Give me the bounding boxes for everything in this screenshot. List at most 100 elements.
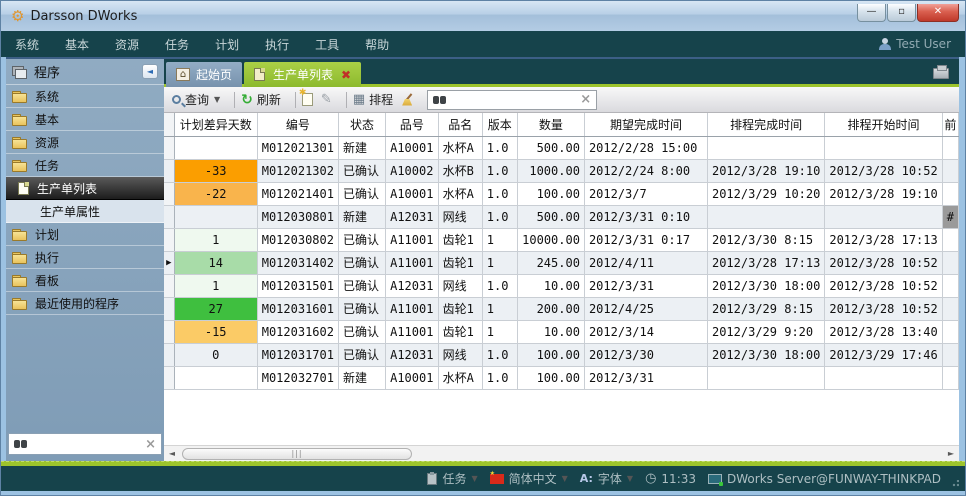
cell-ver[interactable]: 1	[482, 297, 517, 320]
cell-no[interactable]: M012032701	[257, 366, 338, 389]
cell-sched_end[interactable]: 2012/3/29 9:20	[707, 320, 824, 343]
cell-no[interactable]: M012031402	[257, 251, 338, 274]
table-row[interactable]: 1M012031501已确认A12031网线1.010.002012/3/312…	[164, 274, 959, 297]
cell-sched_start[interactable]	[825, 205, 942, 228]
cell-ver[interactable]: 1	[482, 228, 517, 251]
cell-qty[interactable]: 10.00	[517, 274, 584, 297]
cell-sched_end[interactable]: 2012/3/28 17:13	[707, 251, 824, 274]
sidebar-item-9[interactable]: 最近使用的程序	[6, 292, 164, 315]
cell-extra[interactable]	[942, 136, 958, 159]
cell-no[interactable]: M012031701	[257, 343, 338, 366]
column-header-extra[interactable]: 前	[942, 113, 958, 136]
scroll-right-icon[interactable]: ►	[943, 446, 959, 462]
cell-extra[interactable]	[942, 366, 958, 389]
cell-sched_start[interactable]	[825, 366, 942, 389]
tab-home[interactable]: ⌂ 起始页	[166, 62, 242, 87]
cell-qty[interactable]: 1000.00	[517, 159, 584, 182]
cell-ver[interactable]: 1.0	[482, 274, 517, 297]
sidebar-item-1[interactable]: 基本	[6, 108, 164, 131]
sidebar-item-2[interactable]: 资源	[6, 131, 164, 154]
font-dropdown-icon[interactable]: ▼	[627, 474, 633, 483]
cell-diff[interactable]	[174, 366, 257, 389]
column-header-status[interactable]: 状态	[338, 113, 385, 136]
sidebar-search-box[interactable]: ×	[8, 433, 162, 455]
clean-button[interactable]	[401, 93, 415, 107]
cell-status[interactable]: 已确认	[338, 159, 385, 182]
column-header-sched_start[interactable]: 排程开始时间	[825, 113, 942, 136]
cell-ver[interactable]: 1.0	[482, 159, 517, 182]
cell-name[interactable]: 网线	[438, 274, 482, 297]
menu-item-0[interactable]: 系统	[15, 38, 39, 52]
cell-name[interactable]: 网线	[438, 343, 482, 366]
cell-name[interactable]: 水杯A	[438, 136, 482, 159]
table-row[interactable]: M012030801新建A12031网线1.0500.002012/3/31 0…	[164, 205, 959, 228]
column-header-name[interactable]: 品名	[438, 113, 482, 136]
table-row[interactable]: ▶14M012031402已确认A11001齿轮11245.002012/4/1…	[164, 251, 959, 274]
cell-due[interactable]: 2012/2/28 15:00	[584, 136, 707, 159]
cell-sched_start[interactable]: 2012/3/28 13:40	[825, 320, 942, 343]
row-selector-cell[interactable]	[164, 182, 174, 205]
row-selector-cell[interactable]	[164, 274, 174, 297]
sidebar-item-6[interactable]: 计划	[6, 223, 164, 246]
cell-no[interactable]: M012031501	[257, 274, 338, 297]
cell-diff[interactable]: 1	[174, 228, 257, 251]
cell-ver[interactable]: 1.0	[482, 343, 517, 366]
cell-diff[interactable]: 1	[174, 274, 257, 297]
sidebar-collapse-button[interactable]: ◄	[142, 64, 158, 79]
table-row[interactable]: M012021301新建A10001水杯A1.0500.002012/2/28 …	[164, 136, 959, 159]
cell-item[interactable]: A10001	[386, 366, 439, 389]
cell-name[interactable]: 齿轮1	[438, 297, 482, 320]
cell-extra[interactable]: #	[942, 205, 958, 228]
row-selector-cell[interactable]	[164, 228, 174, 251]
column-header-qty[interactable]: 数量	[517, 113, 584, 136]
cell-status[interactable]: 已确认	[338, 274, 385, 297]
row-selector-cell[interactable]	[164, 343, 174, 366]
cell-sched_end[interactable]: 2012/3/28 19:10	[707, 159, 824, 182]
cell-name[interactable]: 齿轮1	[438, 251, 482, 274]
row-selector-cell[interactable]	[164, 366, 174, 389]
cell-no[interactable]: M012021302	[257, 159, 338, 182]
cell-diff[interactable]	[174, 205, 257, 228]
cell-name[interactable]: 水杯A	[438, 182, 482, 205]
cell-sched_start[interactable]: 2012/3/28 17:13	[825, 228, 942, 251]
toolbar-search-box[interactable]: ×	[427, 90, 597, 110]
menu-item-2[interactable]: 资源	[115, 38, 139, 52]
status-font-menu[interactable]: A: 字体 ▼	[580, 470, 633, 487]
cell-sched_start[interactable]	[825, 136, 942, 159]
cell-sched_start[interactable]: 2012/3/28 10:52	[825, 297, 942, 320]
cell-sched_end[interactable]	[707, 366, 824, 389]
cell-diff[interactable]: 27	[174, 297, 257, 320]
cell-due[interactable]: 2012/4/25	[584, 297, 707, 320]
menu-item-1[interactable]: 基本	[65, 38, 89, 52]
table-row[interactable]: -33M012021302已确认A10002水杯B1.01000.002012/…	[164, 159, 959, 182]
column-header-no[interactable]: 编号	[257, 113, 338, 136]
column-header-diff[interactable]: 计划差异天数	[174, 113, 257, 136]
cell-sched_start[interactable]: 2012/3/28 10:52	[825, 274, 942, 297]
cell-extra[interactable]	[942, 228, 958, 251]
query-dropdown-icon[interactable]: ▼	[214, 95, 220, 104]
menu-item-6[interactable]: 工具	[315, 38, 339, 52]
current-row-indicator[interactable]: ▶	[164, 251, 174, 274]
cell-extra[interactable]	[942, 274, 958, 297]
schedule-button[interactable]: ▦ 排程	[353, 91, 393, 108]
row-selector-cell[interactable]	[164, 205, 174, 228]
cell-no[interactable]: M012030801	[257, 205, 338, 228]
cell-ver[interactable]: 1.0	[482, 136, 517, 159]
sidebar-item-8[interactable]: 看板	[6, 269, 164, 292]
table-row[interactable]: 1M012030802已确认A11001齿轮1110000.002012/3/3…	[164, 228, 959, 251]
new-button[interactable]	[302, 93, 313, 106]
cell-item[interactable]: A12031	[386, 343, 439, 366]
status-task-menu[interactable]: 任务 ▼	[427, 470, 477, 487]
column-header-item[interactable]: 品号	[386, 113, 439, 136]
cell-ver[interactable]: 1	[482, 320, 517, 343]
menu-item-5[interactable]: 执行	[265, 38, 289, 52]
cell-item[interactable]: A12031	[386, 205, 439, 228]
cell-sched_start[interactable]: 2012/3/28 10:52	[825, 159, 942, 182]
cell-status[interactable]: 新建	[338, 366, 385, 389]
cell-due[interactable]: 2012/2/24 8:00	[584, 159, 707, 182]
cell-due[interactable]: 2012/3/31 0:17	[584, 228, 707, 251]
cell-sched_end[interactable]: 2012/3/30 18:00	[707, 343, 824, 366]
cell-no[interactable]: M012021301	[257, 136, 338, 159]
cell-qty[interactable]: 200.00	[517, 297, 584, 320]
cell-due[interactable]: 2012/4/11	[584, 251, 707, 274]
